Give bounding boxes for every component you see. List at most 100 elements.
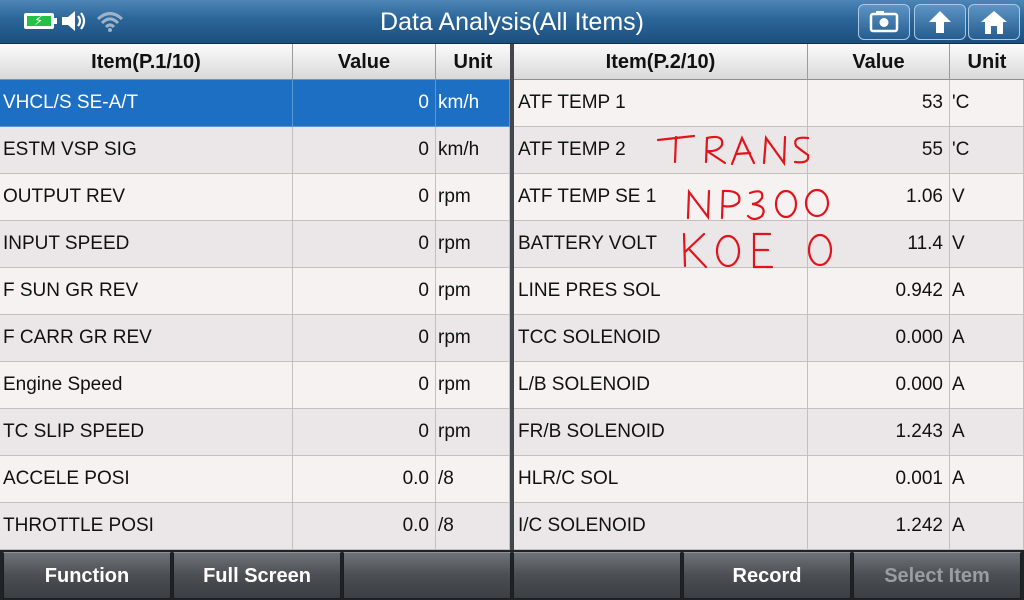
item-value: 0.0 <box>293 456 436 503</box>
table-row[interactable]: ATF TEMP 1 53 'C <box>514 80 1024 127</box>
item-value: 0.001 <box>808 456 950 503</box>
table-row[interactable]: BATTERY VOLT 11.4 V <box>514 221 1024 268</box>
table-row[interactable]: L/B SOLENOID 0.000 A <box>514 362 1024 409</box>
table-row[interactable]: F CARR GR REV 0 rpm <box>0 315 510 362</box>
item-unit: rpm <box>436 221 510 268</box>
column-header-unit: Unit <box>950 44 1024 80</box>
item-unit: km/h <box>436 127 510 174</box>
table-row[interactable]: ATF TEMP SE 1 1.06 V <box>514 174 1024 221</box>
table-row[interactable]: ACCELE POSI 0.0/8 <box>0 456 510 503</box>
empty-function-button[interactable] <box>343 552 511 599</box>
table-row[interactable]: FR/B SOLENOID 1.243 A <box>514 409 1024 456</box>
item-unit: A <box>950 362 1024 409</box>
item-unit: rpm <box>436 268 510 315</box>
item-name: TC SLIP SPEED <box>0 409 293 456</box>
item-unit: 'C <box>950 80 1024 127</box>
item-name: TCC SOLENOID <box>514 315 808 362</box>
table-row[interactable]: LINE PRES SOL 0.942 A <box>514 268 1024 315</box>
item-value: 0.000 <box>808 315 950 362</box>
item-unit: /8 <box>436 456 510 503</box>
item-value: 0 <box>293 409 436 456</box>
table-row[interactable]: TCC SOLENOID 0.000 A <box>514 315 1024 362</box>
record-button[interactable]: Record <box>683 552 851 599</box>
item-name: L/B SOLENOID <box>514 362 808 409</box>
column-header-unit: Unit <box>436 44 510 80</box>
item-value: 1.243 <box>808 409 950 456</box>
item-value: 0.0 <box>293 503 436 550</box>
table-row[interactable]: ATF TEMP 2 55 'C <box>514 127 1024 174</box>
item-name: Engine Speed <box>0 362 293 409</box>
item-unit: /8 <box>436 503 510 550</box>
table-row[interactable]: HLR/C SOL 0.001 A <box>514 456 1024 503</box>
screenshot-icon <box>869 11 899 33</box>
column-header-item: Item(P.2/10) <box>514 44 808 80</box>
item-name: THROTTLE POSI <box>0 503 293 550</box>
item-name: I/C SOLENOID <box>514 503 808 550</box>
item-name: OUTPUT REV <box>0 174 293 221</box>
item-unit: rpm <box>436 174 510 221</box>
screenshot-button[interactable] <box>858 4 910 40</box>
item-value: 0 <box>293 174 436 221</box>
item-unit: A <box>950 456 1024 503</box>
item-value: 0 <box>293 315 436 362</box>
back-icon <box>929 11 951 33</box>
item-value: 0 <box>293 268 436 315</box>
title-bar: ⚡ Data Analysis(All Items) <box>0 0 1024 44</box>
home-icon <box>981 11 1007 34</box>
empty-function-button[interactable] <box>513 552 681 599</box>
table-row[interactable]: INPUT SPEED 0 rpm <box>0 221 510 268</box>
item-unit: A <box>950 409 1024 456</box>
select-item-button[interactable]: Select Item <box>853 552 1021 599</box>
function-bar: Function Full Screen Record Select Item <box>0 550 1024 600</box>
item-value: 0 <box>293 80 436 127</box>
item-value: 0.000 <box>808 362 950 409</box>
item-name: VHCL/S SE-A/T <box>0 80 293 127</box>
item-unit: km/h <box>436 80 510 127</box>
item-name: ESTM VSP SIG <box>0 127 293 174</box>
item-name: INPUT SPEED <box>0 221 293 268</box>
item-value: 1.242 <box>808 503 950 550</box>
item-value: 0.942 <box>808 268 950 315</box>
table-row[interactable]: VHCL/S SE-A/T 0 km/h <box>0 80 510 127</box>
item-unit: V <box>950 174 1024 221</box>
table-row[interactable]: Engine Speed 0 rpm <box>0 362 510 409</box>
item-value: 0 <box>293 127 436 174</box>
table-row[interactable]: ESTM VSP SIG 0 km/h <box>0 127 510 174</box>
left-data-table: Item(P.1/10) Value Unit VHCL/S SE-A/T 0 km… <box>0 44 510 550</box>
function-button[interactable]: Function <box>3 552 171 599</box>
item-name: F CARR GR REV <box>0 315 293 362</box>
item-name: ATF TEMP 1 <box>514 80 808 127</box>
home-button[interactable] <box>968 4 1020 40</box>
column-header-value: Value <box>808 44 950 80</box>
item-value: 0 <box>293 221 436 268</box>
back-button[interactable] <box>914 4 966 40</box>
table-row[interactable]: THROTTLE POSI 0.0/8 <box>0 503 510 550</box>
item-unit: rpm <box>436 409 510 456</box>
item-unit: A <box>950 503 1024 550</box>
item-name: ACCELE POSI <box>0 456 293 503</box>
item-unit: A <box>950 268 1024 315</box>
item-value: 0 <box>293 362 436 409</box>
item-unit: V <box>950 221 1024 268</box>
table-row[interactable]: I/C SOLENOID 1.242 A <box>514 503 1024 550</box>
item-name: ATF TEMP 2 <box>514 127 808 174</box>
column-header-item: Item(P.1/10) <box>0 44 293 80</box>
item-value: 11.4 <box>808 221 950 268</box>
table-row[interactable]: TC SLIP SPEED 0 rpm <box>0 409 510 456</box>
item-unit: rpm <box>436 315 510 362</box>
column-header-value: Value <box>293 44 436 80</box>
item-value: 53 <box>808 80 950 127</box>
item-name: HLR/C SOL <box>514 456 808 503</box>
item-name: F SUN GR REV <box>0 268 293 315</box>
item-name: LINE PRES SOL <box>514 268 808 315</box>
item-unit: A <box>950 315 1024 362</box>
item-value: 1.06 <box>808 174 950 221</box>
item-unit: rpm <box>436 362 510 409</box>
table-row[interactable]: F SUN GR REV 0 rpm <box>0 268 510 315</box>
item-name: BATTERY VOLT <box>514 221 808 268</box>
full-screen-button[interactable]: Full Screen <box>173 552 341 599</box>
table-row[interactable]: OUTPUT REV 0 rpm <box>0 174 510 221</box>
item-unit: 'C <box>950 127 1024 174</box>
item-value: 55 <box>808 127 950 174</box>
item-name: FR/B SOLENOID <box>514 409 808 456</box>
